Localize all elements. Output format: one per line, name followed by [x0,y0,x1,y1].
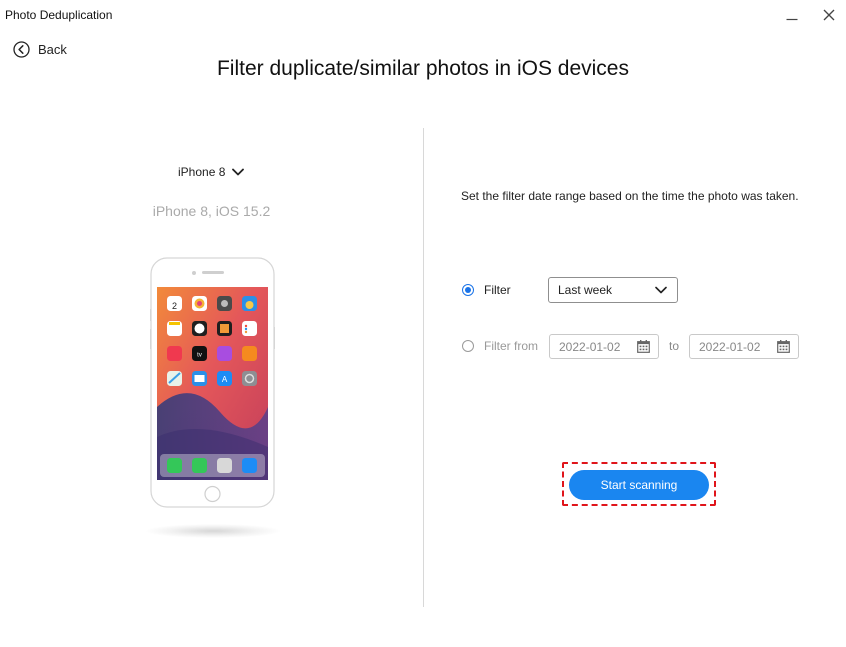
close-button[interactable] [819,5,839,25]
vertical-divider [423,128,424,607]
title-bar: Photo Deduplication [0,0,846,30]
filter-preset-label: Filter [484,283,511,297]
filter-range-radio[interactable] [462,340,474,352]
date-from-input[interactable]: 2022-01-02 [549,334,659,359]
back-arrow-circle-icon [13,40,30,58]
device-selector[interactable]: iPhone 8 [178,163,245,181]
minimize-button[interactable] [782,5,802,25]
svg-text:tv: tv [197,353,202,359]
chevron-down-icon [232,168,245,176]
date-to-separator: to [669,339,680,353]
page-title: Filter duplicate/similar photos in iOS d… [216,57,629,80]
calendar-icon [637,340,650,353]
date-to-input[interactable]: 2022-01-02 [689,334,799,359]
filter-range-label: Filter from [484,339,538,353]
svg-text:A: A [222,375,228,384]
window-title: Photo Deduplication [5,8,113,22]
device-info: iPhone 8, iOS 15.2 [152,203,271,219]
filter-preset-radio[interactable] [462,284,474,296]
filter-period-value: Last week [558,283,613,297]
back-label: Back [38,41,67,57]
minimize-icon [786,18,798,21]
filter-period-select[interactable]: Last week [548,277,678,303]
device-name: iPhone 8 [178,165,226,179]
calendar-icon [777,340,790,353]
close-icon [823,9,835,21]
date-from-value: 2022-01-02 [559,339,621,354]
date-to-value: 2022-01-02 [699,339,761,354]
start-scanning-button[interactable]: Start scanning [569,470,709,500]
iphone-illustration: 2 tv A [150,257,275,508]
phone-shadow [146,524,280,538]
filter-description: Set the filter date range based on the t… [461,189,799,203]
back-button[interactable]: Back [13,39,67,59]
svg-text:2: 2 [172,301,177,311]
chevron-down-icon [655,286,667,294]
